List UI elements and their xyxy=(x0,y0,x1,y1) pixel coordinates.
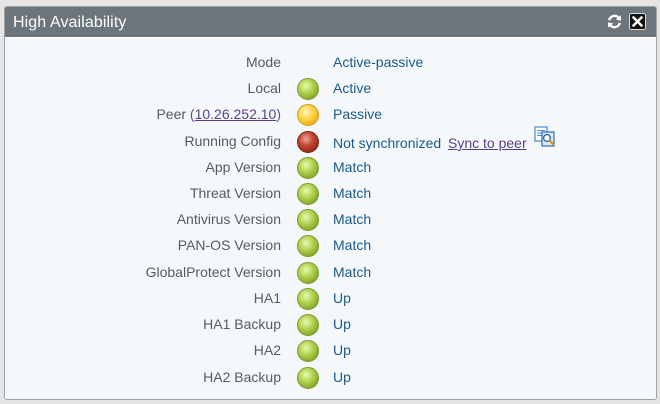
titlebar-actions xyxy=(606,13,646,30)
row-value: Not synchronized xyxy=(333,135,442,151)
row-label: Local xyxy=(247,80,281,96)
status-green-icon xyxy=(297,262,319,284)
row-value: Passive xyxy=(333,106,383,122)
row-value: Up xyxy=(333,316,351,332)
row-value: Up xyxy=(333,290,351,306)
row-value: Match xyxy=(333,237,372,253)
status-green-icon xyxy=(297,235,319,257)
row-label: GlobalProtect Version xyxy=(145,264,281,280)
row-label: HA1 Backup xyxy=(203,316,281,332)
row-globalprotect-version: GlobalProtect Version Match xyxy=(5,260,656,286)
row-label: Running Config xyxy=(184,133,281,149)
row-value: Active-passive xyxy=(333,54,424,70)
refresh-icon[interactable] xyxy=(606,13,623,30)
row-app-version: App Version Match xyxy=(5,155,656,181)
row-value: Up xyxy=(333,342,351,358)
row-value: Match xyxy=(333,211,372,227)
sync-to-peer-link[interactable]: Sync to peer xyxy=(448,135,527,151)
peer-label-suffix: ) xyxy=(276,106,281,122)
high-availability-widget: High Availability Mode Active-passive Lo… xyxy=(4,6,657,400)
row-mode: Mode Active-passive xyxy=(5,50,656,76)
status-yellow-icon xyxy=(297,104,319,126)
status-green-icon xyxy=(297,314,319,336)
row-value: Match xyxy=(333,185,372,201)
row-label: HA2 xyxy=(253,342,281,358)
row-label: PAN-OS Version xyxy=(177,237,281,253)
status-green-icon xyxy=(297,340,319,362)
row-running-config: Running Config Not synchronized Sync to … xyxy=(5,126,656,155)
row-label: Peer (10.26.252.10) xyxy=(156,106,281,122)
row-value: Match xyxy=(333,159,372,175)
close-icon[interactable] xyxy=(629,13,646,30)
row-label: Mode xyxy=(245,54,281,70)
widget-titlebar: High Availability xyxy=(5,7,656,37)
peer-ip-link[interactable]: 10.26.252.10 xyxy=(195,106,277,122)
row-ha2-backup: HA2 Backup Up xyxy=(5,365,656,391)
row-ha1-backup: HA1 Backup Up xyxy=(5,312,656,338)
row-ha1: HA1 Up xyxy=(5,286,656,312)
row-ha2: HA2 Up xyxy=(5,338,656,364)
status-red-icon xyxy=(297,131,319,153)
sync-config-icon[interactable] xyxy=(534,126,556,148)
status-green-icon xyxy=(297,288,319,310)
row-value: Match xyxy=(333,264,372,280)
row-label: Threat Version xyxy=(189,185,281,201)
row-peer: Peer (10.26.252.10) Passive xyxy=(5,102,656,128)
row-panos-version: PAN-OS Version Match xyxy=(5,233,656,259)
peer-label-prefix: Peer ( xyxy=(156,106,195,122)
status-green-icon xyxy=(297,209,319,231)
status-green-icon xyxy=(297,78,319,100)
row-local: Local Active xyxy=(5,76,656,102)
row-label: HA2 Backup xyxy=(203,369,281,385)
row-label: App Version xyxy=(205,159,282,175)
row-label: Antivirus Version xyxy=(176,211,281,227)
row-label: HA1 xyxy=(253,290,281,306)
row-value: Active xyxy=(333,80,372,96)
row-value: Up xyxy=(333,369,351,385)
status-green-icon xyxy=(297,183,319,205)
row-antivirus-version: Antivirus Version Match xyxy=(5,207,656,233)
ha-status-table: Mode Active-passive Local Active Peer (1… xyxy=(5,38,656,399)
widget-title: High Availability xyxy=(13,14,127,31)
status-green-icon xyxy=(297,157,319,179)
row-threat-version: Threat Version Match xyxy=(5,181,656,207)
status-green-icon xyxy=(297,367,319,389)
